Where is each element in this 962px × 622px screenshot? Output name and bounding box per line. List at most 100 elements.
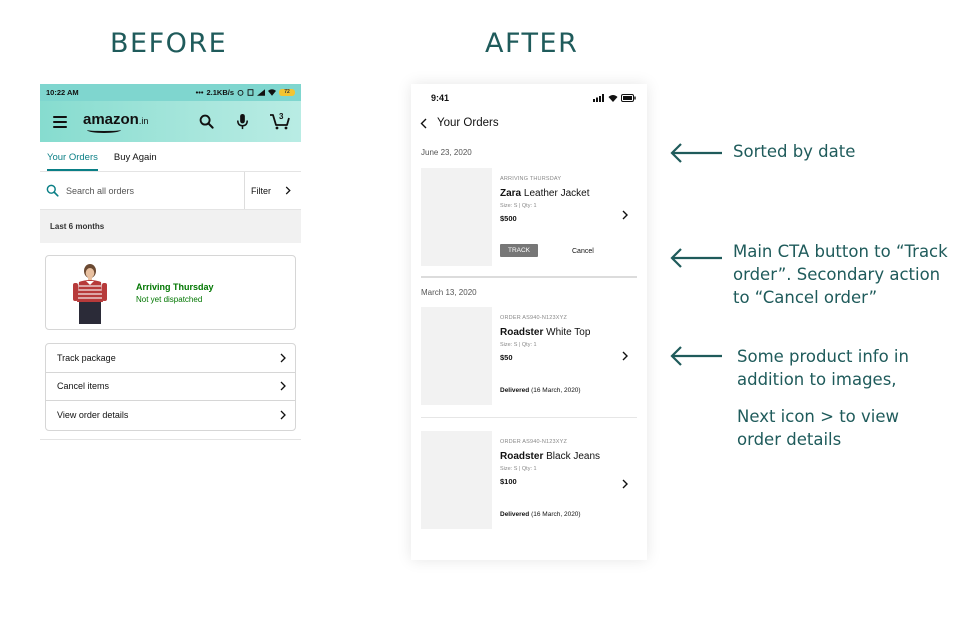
product-meta: Size: S | Qty: 1 (500, 342, 537, 348)
brand-name: Roadster (500, 451, 544, 462)
divider (421, 417, 637, 418)
order-card[interactable]: Arriving Thursday Not yet dispatched (45, 255, 296, 330)
product-meta: Size: S | Qty: 1 (500, 466, 537, 472)
brand-name: Roadster (500, 327, 544, 338)
annotation-cta: Main CTA button to “Track order”. Second… (733, 240, 948, 309)
search-row: Search all orders Filter (40, 172, 301, 210)
order-info: ORDER AS940-N123XYZ Roadster White Top S… (500, 315, 620, 362)
back-icon[interactable] (420, 118, 427, 129)
tab-your-orders[interactable]: Your Orders (47, 152, 98, 171)
before-heading: BEFORE (110, 28, 228, 59)
search-input[interactable]: Search all orders (40, 172, 244, 209)
order-number: ORDER AS940-N123XYZ (500, 439, 568, 445)
page-header: Your Orders (411, 112, 647, 134)
order-actions-list: Track package Cancel items View order de… (45, 343, 296, 431)
annotation-line: order details (737, 430, 842, 449)
logo-text: amazon (83, 111, 139, 128)
status-bar: 10:22 AM ••• 2.1KB/s 72 (40, 84, 301, 101)
annotation-line: to “Cancel order” (733, 288, 878, 307)
status-indicators: ••• 2.1KB/s 72 (196, 88, 295, 97)
sim-icon (247, 89, 254, 96)
cart-icon[interactable]: 3 (269, 112, 291, 131)
product-meta: Size: S | Qty: 1 (500, 203, 537, 209)
delivered-date: (16 March, 2020) (531, 387, 581, 394)
arrow-left-icon (670, 143, 722, 163)
delivered-label: Delivered (500, 511, 530, 518)
dispatch-status: Not yet dispatched (136, 294, 203, 304)
product-image (421, 168, 492, 266)
order-info: ARRIVING THURSDAY Zara Leather Jacket Si… (500, 176, 620, 223)
tab-buy-again[interactable]: Buy Again (114, 152, 157, 171)
search-icon (46, 184, 59, 197)
logo-smile (87, 127, 121, 133)
after-heading: AFTER (485, 28, 579, 59)
order-status-label: ARRIVING THURSDAY (500, 176, 562, 182)
amazon-logo[interactable]: amazon.in (83, 111, 148, 133)
chevron-right-icon (285, 186, 291, 195)
product-image (70, 262, 110, 324)
chevron-right-icon (280, 381, 286, 391)
product-image (421, 431, 492, 529)
delivery-status: Delivered (16 March, 2020) (500, 511, 581, 518)
action-label: Track package (57, 352, 116, 363)
wifi-icon (608, 95, 618, 102)
order-item-1[interactable]: ARRIVING THURSDAY Zara Leather Jacket Si… (421, 168, 637, 268)
product-title: White Top (546, 327, 591, 338)
status-time: 9:41 (431, 93, 450, 103)
chevron-right-icon[interactable] (622, 479, 628, 489)
order-item-3[interactable]: ORDER AS940-N123XYZ Roadster Black Jeans… (421, 431, 637, 529)
filter-button[interactable]: Filter (244, 172, 301, 209)
microphone-icon[interactable] (233, 113, 251, 131)
product-price: $500 (500, 214, 517, 223)
arrival-text: Arriving Thursday (136, 281, 214, 292)
status-indicators (593, 94, 636, 102)
battery-icon: 72 (279, 89, 295, 96)
cancel-items-item[interactable]: Cancel items (46, 373, 295, 401)
delivered-label: Delivered (500, 387, 530, 394)
product-name: Roadster White Top (500, 327, 620, 338)
annotation-next-icon: Next icon > to view order details (737, 405, 899, 451)
menu-icon[interactable] (53, 115, 67, 128)
product-image (421, 307, 492, 405)
amazon-header: amazon.in 3 (40, 101, 301, 142)
order-number: ORDER AS940-N123XYZ (500, 315, 568, 321)
search-icon[interactable] (197, 113, 215, 131)
product-title: Black Jeans (546, 451, 601, 462)
order-item-2[interactable]: ORDER AS940-N123XYZ Roadster White Top S… (421, 307, 637, 405)
status-time: 10:22 AM (46, 88, 79, 97)
wifi-icon (268, 89, 276, 96)
action-label: Cancel items (57, 381, 110, 392)
product-price: $100 (500, 477, 517, 486)
chevron-right-icon (280, 410, 286, 420)
after-phone-screen: 9:41 Your Orders June 23, 2020 ARRIVING … (411, 84, 647, 560)
annotation-product-info: Some product info in addition to images, (737, 345, 909, 391)
order-info: ORDER AS940-N123XYZ Roadster Black Jeans… (500, 439, 620, 486)
divider (421, 276, 637, 278)
annotation-line: order”. Secondary action (733, 265, 941, 284)
action-label: View order details (57, 410, 129, 421)
annotation-line: Main CTA button to “Track (733, 242, 948, 261)
view-order-details-item[interactable]: View order details (46, 401, 295, 430)
product-price: $50 (500, 353, 513, 362)
divider (40, 439, 301, 440)
status-dots: ••• (195, 88, 204, 97)
product-title: Leather Jacket (523, 188, 590, 199)
product-name: Roadster Black Jeans (500, 451, 620, 462)
annotation-sorted: Sorted by date (733, 142, 856, 161)
track-package-item[interactable]: Track package (46, 344, 295, 373)
period-label: Last 6 months (40, 210, 301, 243)
chevron-right-icon[interactable] (622, 210, 628, 220)
brand-name: Zara (500, 188, 522, 199)
arrow-left-icon (670, 248, 722, 268)
search-placeholder: Search all orders (66, 185, 135, 196)
signal-icon (257, 89, 265, 96)
alarm-icon (237, 89, 244, 96)
delivery-status: Delivered (16 March, 2020) (500, 387, 581, 394)
delivered-date: (16 March, 2020) (531, 511, 581, 518)
track-button[interactable]: TRACK (500, 244, 538, 257)
cancel-button[interactable]: Cancel (572, 248, 594, 255)
page-title: Your Orders (437, 117, 499, 129)
annotation-line: Next icon > to view (737, 407, 900, 426)
chevron-right-icon[interactable] (622, 351, 628, 361)
arrival-info: Arriving Thursday Not yet dispatched (136, 282, 214, 304)
